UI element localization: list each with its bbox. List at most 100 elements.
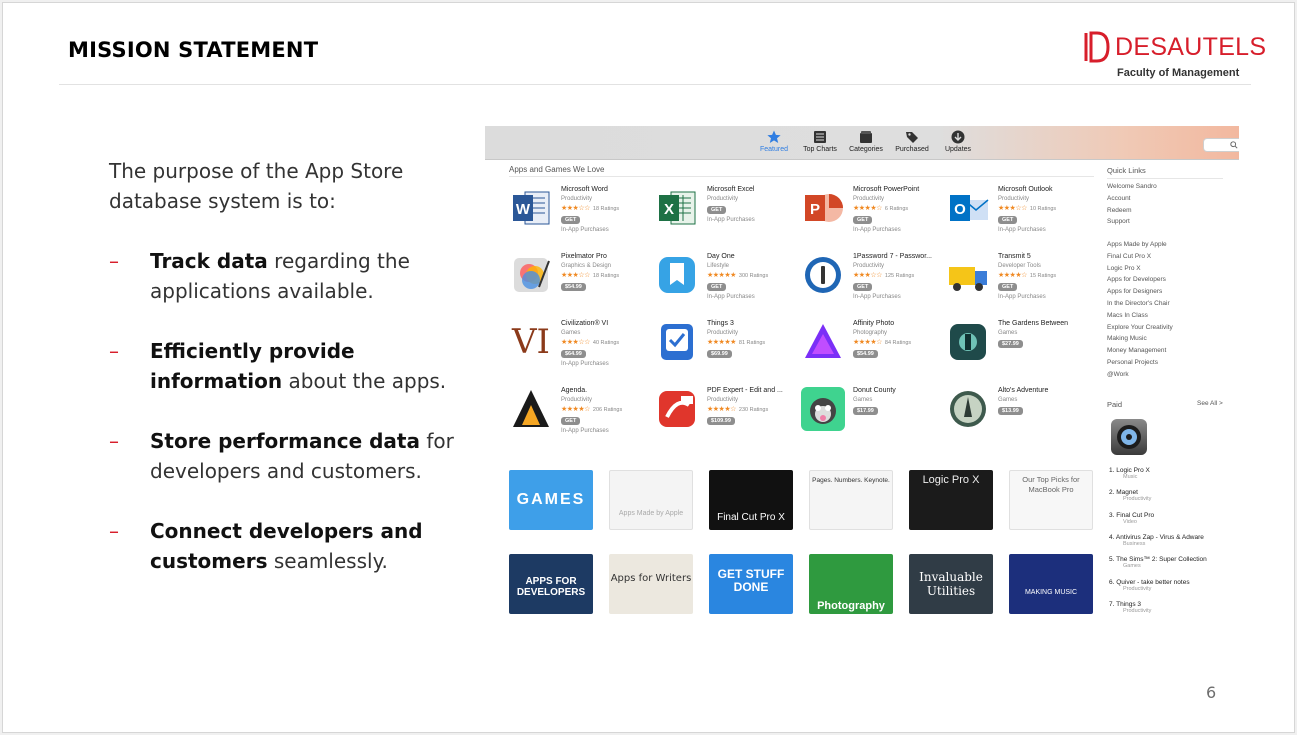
app-card[interactable]: Transmit 5 Developer Tools ★★★★☆ 15 Ratings… bbox=[946, 253, 1086, 313]
powerpoint-icon: P bbox=[801, 186, 845, 230]
app-price-button[interactable]: $27.99 bbox=[998, 340, 1023, 348]
collection-link[interactable]: Apps Made by Apple bbox=[1107, 241, 1167, 248]
app-card[interactable]: Donut County Games $17.99 bbox=[801, 387, 941, 447]
app-card[interactable]: VI Civilization® VI Games ★★★☆☆ 40 Ratings $6… bbox=[509, 320, 649, 380]
collection-link[interactable]: Final Cut Pro X bbox=[1107, 253, 1151, 260]
app-card[interactable]: Affinity Photo Photography ★★★★☆ 84 Ratings… bbox=[801, 320, 941, 380]
paid-item-name: 2. Magnet bbox=[1109, 489, 1138, 497]
app-card[interactable]: PDF Expert - Edit and ... Productivity ★★★… bbox=[655, 387, 795, 447]
app-price-button[interactable]: GET bbox=[853, 283, 873, 291]
paid-list-item[interactable]: 2. Magnet Productivity bbox=[1109, 489, 1151, 502]
app-card[interactable]: W Microsoft Word Productivity ★★★☆☆ 18 Ratin… bbox=[509, 186, 649, 246]
app-price-button[interactable]: $69.99 bbox=[707, 350, 732, 358]
app-name: Microsoft Outlook bbox=[998, 186, 1053, 193]
collection-link[interactable]: Apps for Designers bbox=[1107, 288, 1162, 295]
app-price-button[interactable]: $54.99 bbox=[853, 350, 878, 358]
app-name: Pixelmator Pro bbox=[561, 253, 607, 260]
toolbar-updates[interactable]: Updates bbox=[933, 130, 983, 153]
collection-link[interactable]: Money Management bbox=[1107, 347, 1166, 354]
app-card[interactable]: P Microsoft PowerPoint Productivity ★★★★☆ 6 … bbox=[801, 186, 941, 246]
collection-link[interactable]: @Work bbox=[1107, 371, 1129, 378]
app-card[interactable]: 1Password 7 - Passwor... Productivity ★★★☆… bbox=[801, 253, 941, 313]
quick-link[interactable]: Account bbox=[1107, 195, 1131, 202]
pdfexpert-icon bbox=[655, 387, 699, 431]
svg-text:O: O bbox=[954, 201, 966, 218]
in-app-purchases-label: In-App Purchases bbox=[561, 227, 609, 233]
app-price-button[interactable]: GET bbox=[998, 216, 1018, 224]
slide-title: MISSION STATEMENT bbox=[68, 38, 319, 62]
collection-link[interactable]: Apps for Developers bbox=[1107, 276, 1166, 283]
paid-list-item[interactable]: 1. Logic Pro X Music bbox=[1109, 467, 1150, 480]
app-price-button[interactable]: $17.99 bbox=[853, 407, 878, 415]
collection-link[interactable]: Making Music bbox=[1107, 335, 1147, 342]
collection-link[interactable]: Explore Your Creativity bbox=[1107, 324, 1173, 331]
app-card[interactable]: Day One Lifestyle ★★★★★ 300 Ratings GET In-Ap… bbox=[655, 253, 795, 313]
toolbar-purchased[interactable]: Purchased bbox=[887, 130, 937, 153]
in-app-purchases-label: In-App Purchases bbox=[561, 428, 609, 434]
app-price-button[interactable]: GET bbox=[707, 206, 727, 214]
collection-link[interactable]: In the Director's Chair bbox=[1107, 300, 1170, 307]
app-price-button[interactable]: $54.99 bbox=[561, 283, 586, 291]
app-card[interactable]: Pixelmator Pro Graphics & Design ★★★☆☆ 18 R… bbox=[509, 253, 649, 313]
app-card[interactable]: O Microsoft Outlook Productivity ★★★☆☆ 10 Ra… bbox=[946, 186, 1086, 246]
quick-link[interactable]: Support bbox=[1107, 218, 1130, 225]
app-price-button[interactable]: GET bbox=[561, 417, 581, 425]
app-card[interactable]: X Microsoft Excel Productivity GET In-App Pu… bbox=[655, 186, 795, 246]
app-name: Agenda. bbox=[561, 387, 588, 394]
collection-tile[interactable]: GAMES bbox=[509, 470, 593, 530]
app-card[interactable]: Alto's Adventure Games $13.99 bbox=[946, 387, 1086, 447]
app-price-button[interactable]: GET bbox=[561, 216, 581, 224]
toolbar-categories[interactable]: Categories bbox=[841, 130, 891, 153]
affinity-icon bbox=[801, 320, 845, 364]
paid-item-category: Music bbox=[1123, 474, 1138, 480]
logo-subtitle: Faculty of Management bbox=[1117, 67, 1240, 79]
collection-link[interactable]: Macs In Class bbox=[1107, 312, 1148, 319]
paid-list-item[interactable]: 7. Things 3 Productivity bbox=[1109, 601, 1151, 614]
collection-tile[interactable]: Final Cut Pro X bbox=[709, 470, 793, 530]
collection-tile[interactable]: APPS FOR DEVELOPERS bbox=[509, 554, 593, 614]
app-category: Games bbox=[998, 397, 1018, 403]
collection-tile[interactable]: Apps Made by Apple bbox=[609, 470, 693, 530]
app-name: Affinity Photo bbox=[853, 320, 895, 327]
quick-link[interactable]: Welcome Sandro bbox=[1107, 183, 1157, 190]
app-name: Day One bbox=[707, 253, 735, 260]
collection-tile-label: GET STUFF DONE bbox=[717, 567, 785, 594]
collection-tile[interactable]: Our Top Picks for MacBook Pro bbox=[1009, 470, 1093, 530]
app-price-button[interactable]: GET bbox=[707, 283, 727, 291]
slide-body: The purpose of the App Store database sy… bbox=[109, 156, 459, 606]
paid-item-category: Productivity bbox=[1123, 585, 1152, 592]
app-card[interactable]: The Gardens Between Games $27.99 bbox=[946, 320, 1086, 380]
app-price-button[interactable]: $64.99 bbox=[561, 350, 586, 358]
search-input[interactable] bbox=[1203, 138, 1239, 152]
app-price-button[interactable]: GET bbox=[853, 216, 873, 224]
app-category: Productivity bbox=[561, 397, 593, 403]
collection-tile[interactable]: Invaluable Utilities bbox=[909, 554, 993, 614]
paid-list-item[interactable]: 6. Quiver - take better notes Productivit… bbox=[1109, 579, 1190, 592]
app-rating-stars: ★★★★☆ 230 Ratings bbox=[707, 406, 769, 413]
bullet-strong: Store performance data bbox=[150, 429, 420, 453]
app-card[interactable]: Agenda. Productivity ★★★★☆ 206 Ratings GET In… bbox=[509, 387, 649, 447]
quick-link[interactable]: Redeem bbox=[1107, 207, 1132, 214]
see-all-link[interactable]: See All > bbox=[1197, 400, 1223, 407]
app-category: Productivity bbox=[998, 196, 1030, 202]
collection-tile[interactable]: GET STUFF DONE bbox=[709, 554, 793, 614]
app-price-button[interactable]: $109.99 bbox=[707, 417, 735, 425]
collection-tile[interactable]: Photography bbox=[809, 554, 893, 614]
paid-list-item[interactable]: 4. Antivirus Zap - Virus & Adware Busines… bbox=[1109, 534, 1204, 547]
paid-list-item[interactable]: 5. The Sims™ 2: Super Collection Games bbox=[1109, 556, 1207, 569]
collection-link[interactable]: Logic Pro X bbox=[1107, 265, 1141, 272]
paid-list-item[interactable]: 3. Final Cut Pro Video bbox=[1109, 512, 1154, 525]
collection-tile[interactable]: Apps for Writers bbox=[609, 554, 693, 614]
collection-tile[interactable]: Logic Pro X bbox=[909, 470, 993, 530]
app-price-button[interactable]: $13.99 bbox=[998, 407, 1023, 415]
collection-tile[interactable]: MAKING MUSIC bbox=[1009, 554, 1093, 614]
collection-tile-label: Invaluable Utilities bbox=[919, 570, 983, 598]
collection-tile-label: Apps Made by Apple bbox=[618, 510, 684, 517]
collection-tile[interactable]: Pages. Numbers. Keynote. bbox=[809, 470, 893, 530]
app-card[interactable]: Things 3 Productivity ★★★★★ 81 Ratings $69.9… bbox=[655, 320, 795, 380]
app-price-button[interactable]: GET bbox=[998, 283, 1018, 291]
toolbar-top-charts[interactable]: Top Charts bbox=[795, 130, 845, 153]
paid-item-category: Productivity bbox=[1123, 496, 1152, 503]
toolbar-featured[interactable]: Featured bbox=[749, 130, 799, 153]
collection-link[interactable]: Personal Projects bbox=[1107, 359, 1158, 366]
